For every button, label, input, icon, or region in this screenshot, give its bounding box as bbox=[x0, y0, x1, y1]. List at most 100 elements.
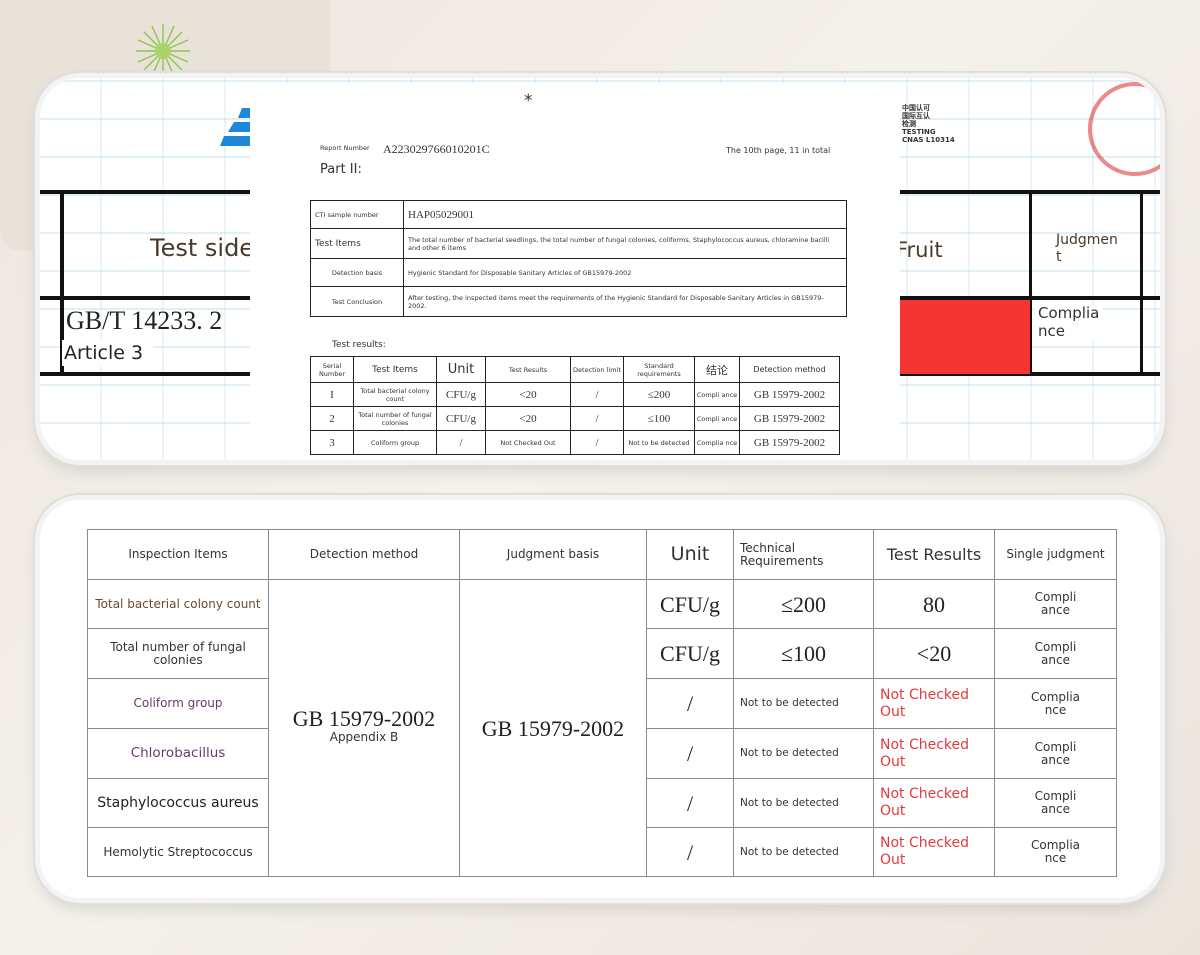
results-cell: Complia nce bbox=[694, 430, 740, 455]
result-cell: 80 bbox=[873, 579, 995, 629]
inspection-table-card: Inspection Items Detection method Judgme… bbox=[40, 500, 1160, 898]
results-cell: GB 15979-2002 bbox=[739, 406, 840, 431]
results-header: Unit bbox=[436, 356, 486, 383]
detection-method-note: Appendix B bbox=[329, 730, 399, 744]
header-unit: Unit bbox=[646, 529, 734, 580]
results-header: Detection limit bbox=[570, 356, 624, 383]
results-cell: Coliform group bbox=[353, 430, 437, 455]
info-value: The total number of bacterial seedlings,… bbox=[403, 228, 847, 259]
cnas-logo-line: 国际互认 bbox=[902, 112, 930, 120]
result-cell: Not Checked Out bbox=[873, 728, 995, 779]
header-detection-method: Detection method bbox=[268, 529, 460, 580]
part-title: Part II: bbox=[320, 162, 362, 177]
results-cell: 2 bbox=[310, 406, 354, 431]
unit-cell: / bbox=[646, 728, 734, 779]
inspection-table: Inspection Items Detection method Judgme… bbox=[87, 529, 1117, 877]
judgment-cell: Compli ance bbox=[994, 728, 1117, 779]
results-header: Test Items bbox=[353, 356, 437, 383]
asterisk: * bbox=[524, 91, 533, 111]
info-row: CTI sample number HAP05029001 bbox=[310, 200, 847, 229]
header-inspection-items: Inspection Items bbox=[87, 529, 269, 580]
header-judgment-basis: Judgment basis bbox=[459, 529, 647, 580]
inspection-item: Hemolytic Streptococcus bbox=[87, 827, 269, 877]
results-cell: GB 15979-2002 bbox=[739, 382, 840, 407]
detection-method-cell: GB 15979-2002 Appendix B bbox=[268, 579, 460, 877]
bg-test-side: Test side bbox=[150, 234, 255, 262]
judgment-cell: Complia nce bbox=[994, 678, 1117, 729]
results-cell: Compli ance bbox=[694, 382, 740, 407]
header-test-results: Test Results bbox=[873, 529, 995, 580]
unit-cell: / bbox=[646, 827, 734, 877]
info-label: Test Conclusion bbox=[310, 286, 404, 317]
results-header: Test Results bbox=[485, 356, 571, 383]
cnas-logo-line: 中国认可 bbox=[902, 104, 930, 112]
results-cell: I bbox=[310, 382, 354, 407]
bg-judgment: Judgmen t bbox=[1056, 232, 1118, 265]
results-cell: / bbox=[570, 382, 624, 407]
info-row: Test Items The total number of bacterial… bbox=[310, 228, 847, 259]
judgment-cell: Compli ance bbox=[994, 628, 1117, 679]
results-row: 2 Total number of fungal colonies CFU/g … bbox=[310, 406, 840, 431]
results-cell: CFU/g bbox=[436, 382, 486, 407]
inspection-item: Chlorobacillus bbox=[87, 728, 269, 779]
results-row: I Total bacterial colony count CFU/g <20… bbox=[310, 382, 840, 407]
bg-line bbox=[1140, 190, 1143, 376]
unit-cell: / bbox=[646, 678, 734, 729]
result-cell: Not Checked Out bbox=[873, 778, 995, 828]
result-cell: Not Checked Out bbox=[873, 678, 995, 729]
info-value: After testing, the inspected items meet … bbox=[403, 286, 847, 317]
judgment-cell: Compli ance bbox=[994, 778, 1117, 828]
info-label: Test Items bbox=[310, 228, 404, 259]
results-header: Serial Number bbox=[310, 356, 354, 383]
inspection-item: Coliform group bbox=[87, 678, 269, 729]
results-header-row: Serial Number Test Items Unit Test Resul… bbox=[310, 356, 840, 383]
judgment-basis: GB 15979-2002 bbox=[481, 715, 625, 741]
info-value: Hygienic Standard for Disposable Sanitar… bbox=[403, 258, 847, 287]
cnas-logo-line: TESTING bbox=[902, 128, 936, 136]
requirement-cell: ≤100 bbox=[733, 628, 874, 679]
results-cell: Compli ance bbox=[694, 406, 740, 431]
bg-compliance: Complia nce bbox=[1034, 304, 1104, 340]
detection-method: GB 15979-2002 bbox=[292, 706, 436, 731]
unit-cell: CFU/g bbox=[646, 628, 734, 679]
results-cell: Not to be detected bbox=[623, 430, 695, 455]
bg-fruit: Fruit bbox=[896, 238, 943, 262]
inspection-item: Staphylococcus aureus bbox=[87, 778, 269, 828]
report-page: * Report Number A223029766010201C The 10… bbox=[250, 83, 900, 459]
results-label: Test results: bbox=[332, 340, 386, 350]
report-results-table: Serial Number Test Items Unit Test Resul… bbox=[310, 356, 840, 455]
requirement-cell: Not to be detected bbox=[733, 778, 874, 828]
dandelion-plant-icon bbox=[136, 24, 190, 78]
unit-cell: / bbox=[646, 778, 734, 828]
results-cell: Total bacterial colony count bbox=[353, 382, 437, 407]
table-row: Total bacterial colony count GB 15979-20… bbox=[87, 579, 1117, 877]
header-single-judgment: Single judgment bbox=[994, 529, 1117, 580]
red-highlight-block bbox=[898, 300, 1030, 374]
results-cell: / bbox=[570, 430, 624, 455]
results-cell: <20 bbox=[485, 382, 571, 407]
results-cell: Total number of fungal colonies bbox=[353, 406, 437, 431]
cnas-logo-line: 检测 bbox=[902, 120, 916, 128]
requirement-cell: Not to be detected bbox=[733, 827, 874, 877]
results-cell: <20 bbox=[485, 406, 571, 431]
judgment-cell: Complia nce bbox=[994, 827, 1117, 877]
results-cell: ≤200 bbox=[623, 382, 695, 407]
results-header: Standard requirements bbox=[623, 356, 695, 383]
results-cell: Not Checked Out bbox=[485, 430, 571, 455]
report-number-label: Report Number bbox=[320, 144, 370, 152]
results-cell: ≤100 bbox=[623, 406, 695, 431]
report-number: A223029766010201C bbox=[383, 142, 490, 156]
table-header-row: Inspection Items Detection method Judgme… bbox=[87, 529, 1117, 580]
inspection-item: Total number of fungal colonies bbox=[87, 628, 269, 679]
results-cell: 3 bbox=[310, 430, 354, 455]
cnas-logo-line: CNAS L10314 bbox=[902, 136, 955, 144]
bg-gbt: GB/T 14233. 2 bbox=[66, 306, 223, 335]
info-label: CTI sample number bbox=[310, 200, 404, 229]
report-info-table: CTI sample number HAP05029001 Test Items… bbox=[310, 200, 847, 317]
judgment-basis-cell: GB 15979-2002 bbox=[459, 579, 647, 877]
unit-cell: CFU/g bbox=[646, 579, 734, 629]
info-row: Test Conclusion After testing, the inspe… bbox=[310, 286, 847, 317]
requirement-cell: ≤200 bbox=[733, 579, 874, 629]
judgment-cell: Compli ance bbox=[994, 579, 1117, 629]
results-header: Detection method bbox=[739, 356, 840, 383]
